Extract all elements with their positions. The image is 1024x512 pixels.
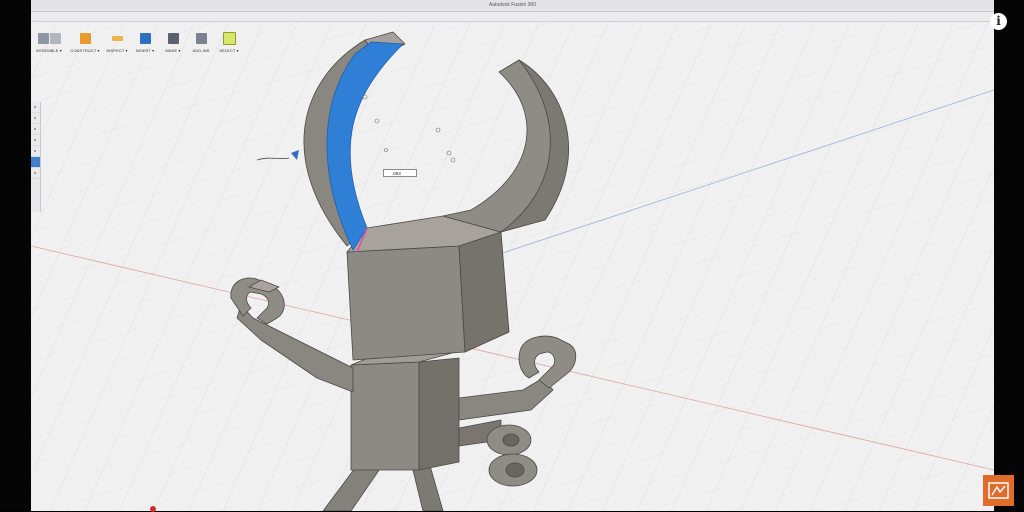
document-tab-strip: [31, 12, 994, 22]
dimension-input[interactable]: .093: [383, 169, 417, 177]
browser-row[interactable]: [31, 146, 40, 157]
channel-logo-icon[interactable]: [983, 475, 1014, 506]
toolbar-assemble[interactable]: ASSEMBLE ▾: [33, 30, 65, 53]
video-letterbox-right: [994, 0, 1024, 511]
joint-icon: [49, 32, 61, 44]
toolbar-construct[interactable]: CONSTRUCT ▾: [69, 30, 101, 53]
toolbar-inspect-label: INSPECT ▾: [106, 48, 128, 53]
toolbar-add-ins[interactable]: ADD-INS: [189, 30, 213, 53]
browser-panel[interactable]: [31, 102, 41, 212]
toolbar-inspect[interactable]: INSPECT ▾: [105, 30, 129, 53]
inspect-icon: [111, 35, 123, 41]
select-icon: [222, 31, 236, 45]
toolbar-construct-label: CONSTRUCT ▾: [70, 48, 100, 53]
browser-row[interactable]: [31, 135, 40, 146]
video-letterbox-left: [0, 0, 31, 511]
toolbar-add-ins-label: ADD-INS: [192, 48, 210, 53]
browser-row[interactable]: [31, 113, 40, 124]
playback-progress-dot[interactable]: [150, 506, 156, 512]
assemble-icon: [37, 32, 49, 44]
browser-row[interactable]: [31, 168, 40, 179]
toolbar-make[interactable]: MAKE ▾: [161, 30, 185, 53]
torso-side[interactable]: [418, 357, 460, 471]
browser-row[interactable]: [31, 124, 40, 135]
browser-row[interactable]: [31, 102, 40, 113]
3d-viewport[interactable]: [31, 0, 994, 511]
make-icon: [167, 32, 179, 44]
browser-row-selected[interactable]: [31, 157, 40, 168]
toolbar-insert-label: INSERT ▾: [135, 48, 155, 53]
fusion-360-window: Autodesk Fusion 360 ASSEMBLE ▾ CONSTRUCT…: [31, 0, 994, 511]
head-side[interactable]: [458, 231, 510, 353]
torso-front[interactable]: [350, 361, 420, 471]
toolbar-select-label: SELECT ▾: [219, 48, 239, 53]
toolbar-assemble-label: ASSEMBLE ▾: [36, 48, 62, 53]
construct-icon: [79, 32, 91, 44]
toolbar-make-label: MAKE ▾: [165, 48, 181, 53]
add-ins-icon: [195, 32, 207, 44]
info-icon[interactable]: i: [990, 13, 1007, 30]
ribbon-toolbar: ASSEMBLE ▾ CONSTRUCT ▾ INSPECT ▾ INSERT …: [31, 30, 253, 56]
toolbar-select[interactable]: SELECT ▾: [217, 30, 241, 53]
toolbar-insert[interactable]: INSERT ▾: [133, 30, 157, 53]
insert-icon: [139, 32, 151, 44]
window-title: Autodesk Fusion 360: [31, 0, 994, 12]
head-front[interactable]: [346, 245, 466, 361]
